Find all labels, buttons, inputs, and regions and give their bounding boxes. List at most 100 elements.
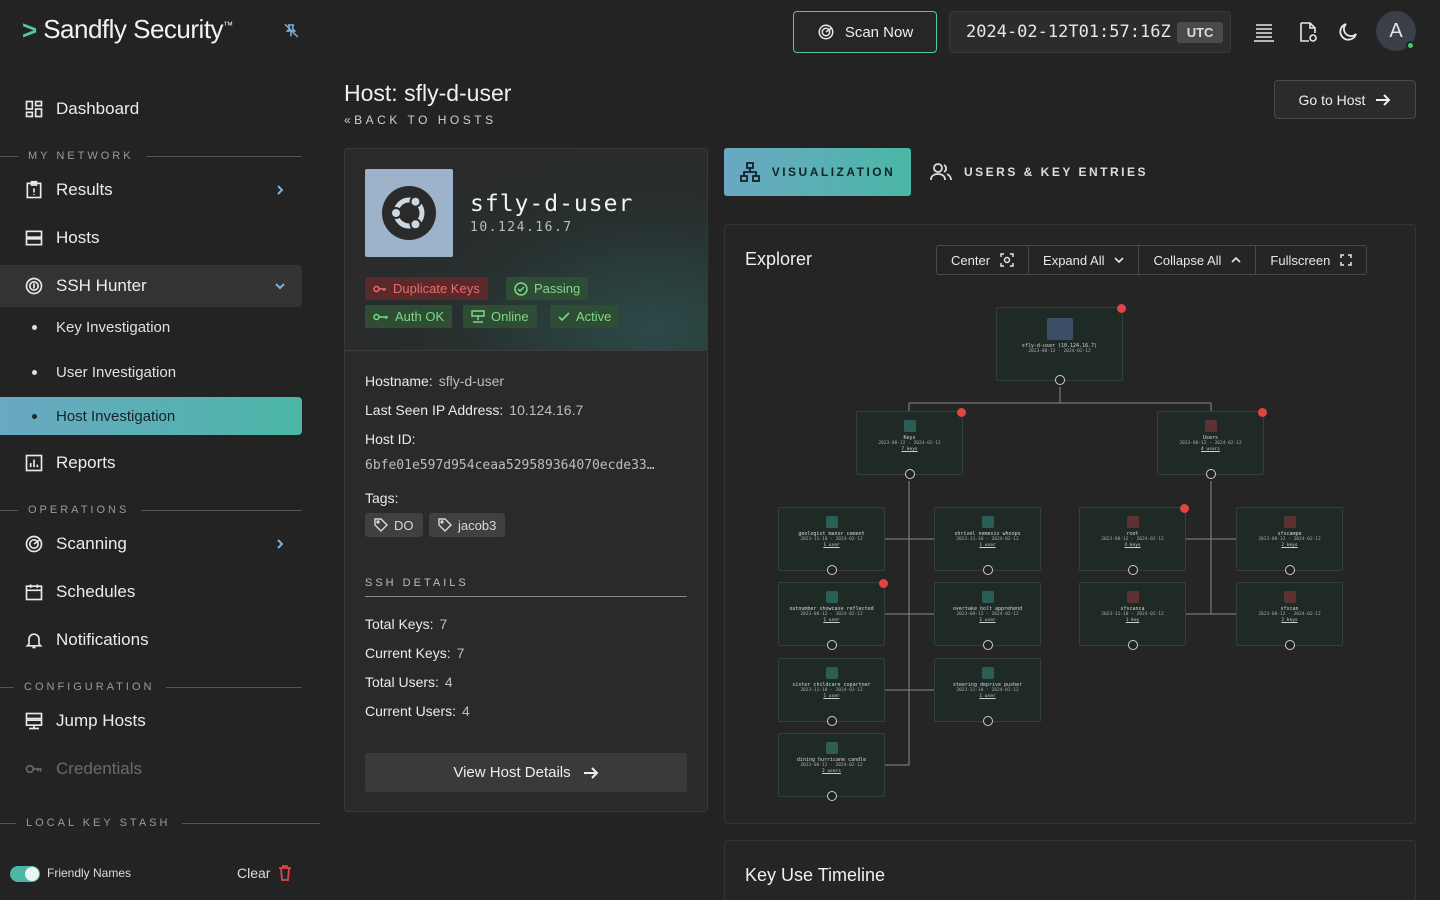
users-icon: [930, 163, 952, 181]
brand-name: Sandfly Security™: [43, 14, 233, 44]
key-use-timeline-panel: Key Use Timeline: [724, 840, 1416, 900]
tag-chip[interactable]: DO: [365, 513, 423, 537]
tree-node-user[interactable]: sfscan 2023-08-12 - 2024-02-12 2 keys: [1236, 582, 1343, 650]
tree-node-key[interactable]: geologist manor cement 2023-11-10 - 2024-…: [778, 507, 885, 575]
back-to-hosts-link[interactable]: «BACK TO HOSTS: [344, 113, 497, 127]
expand-toggle-icon[interactable]: [1127, 640, 1138, 650]
tag-icon: [438, 518, 452, 532]
nav-host-investigation[interactable]: Host Investigation: [0, 397, 302, 435]
tree-node-keys[interactable]: Keys 2023-08-12 - 2024-02-12 7 keys: [856, 408, 966, 479]
clear-stash-button[interactable]: Clear: [237, 865, 292, 881]
view-host-details-button[interactable]: View Host Details: [365, 753, 687, 792]
hosts-icon: [25, 230, 43, 246]
total-users-row: Total Users: 4: [365, 674, 453, 690]
expand-toggle-icon[interactable]: [1127, 565, 1138, 575]
alert-dot: [1180, 504, 1189, 513]
nav-credentials[interactable]: Credentials: [0, 748, 302, 790]
nav-ssh-hunter[interactable]: SSH Hunter: [0, 265, 302, 307]
key-node-icon: [903, 420, 916, 432]
expand-toggle-icon[interactable]: [1284, 565, 1295, 575]
go-to-host-button[interactable]: Go to Host: [1274, 80, 1416, 119]
os-logo: [365, 169, 453, 257]
duplicate-keys-badge: Duplicate Keys: [365, 277, 488, 300]
logo-chevron-icon: >: [22, 14, 38, 45]
section-local-key-stash: LOCAL KEY STASH: [0, 816, 320, 830]
tree-node-key[interactable]: dining hurricane candle 2023-08-12 - 2024…: [778, 733, 885, 801]
tree-node-host[interactable]: sfly-d-user (10.124.16.7) 2023-08-12 - 2…: [996, 304, 1126, 385]
nav-scanning[interactable]: Scanning: [0, 523, 302, 565]
nav-jump-hosts[interactable]: Jump Hosts: [0, 700, 302, 742]
explorer-panel: Explorer Center Expand All Collapse All …: [724, 224, 1416, 824]
online-status-dot: [1406, 41, 1415, 50]
nav-dashboard[interactable]: Dashboard: [0, 88, 302, 130]
expand-toggle-icon[interactable]: [982, 640, 993, 650]
scan-icon: [818, 24, 834, 40]
expand-toggle-icon[interactable]: [826, 640, 837, 650]
key-icon: [373, 285, 386, 292]
last-ip-row: Last Seen IP Address: 10.124.16.7: [365, 402, 584, 418]
expand-toggle-icon[interactable]: [1284, 640, 1295, 650]
tree-node-users[interactable]: Users 2023-08-12 - 2024-02-12 4 users: [1157, 408, 1267, 479]
tree-node-key[interactable]: sister childcare copartner 2023-11-10 - 2…: [778, 658, 885, 726]
nav-schedules[interactable]: Schedules: [0, 571, 302, 613]
tag-chip[interactable]: jacob3: [429, 513, 506, 537]
nav-notifications[interactable]: Notifications: [0, 619, 302, 661]
timezone-badge[interactable]: UTC: [1176, 21, 1224, 43]
host-card-header: sfly-d-user 10.124.16.7 Duplicate Keys P…: [345, 149, 707, 351]
nav-hosts[interactable]: Hosts: [0, 217, 302, 259]
dark-mode-icon[interactable]: [1336, 20, 1360, 44]
tab-visualization[interactable]: VISUALIZATION: [724, 148, 911, 196]
arrow-right-icon: [583, 766, 599, 779]
auth-ok-badge: Auth OK: [365, 305, 453, 328]
user-node-icon: [1283, 516, 1296, 528]
nav-reports[interactable]: Reports: [0, 442, 302, 484]
user-avatar[interactable]: A: [1376, 11, 1416, 51]
user-node-icon: [1283, 591, 1296, 603]
expand-toggle-icon[interactable]: [982, 716, 993, 726]
scan-now-button[interactable]: Scan Now: [793, 11, 937, 53]
alert-dot: [1117, 304, 1126, 313]
queue-list-icon[interactable]: [1252, 20, 1276, 44]
expand-toggle-icon[interactable]: [826, 791, 837, 801]
key-node-icon: [825, 516, 838, 528]
key-node-icon: [825, 591, 838, 603]
expand-toggle-icon[interactable]: [904, 469, 915, 479]
chevron-right-icon: [277, 539, 284, 549]
expand-toggle-icon[interactable]: [982, 565, 993, 575]
brand-logo[interactable]: > Sandfly Security™: [22, 14, 233, 45]
tree-node-key[interactable]: steering deprive pusher 2023-11-10 - 2024…: [934, 658, 1041, 726]
section-my-network: MY NETWORK: [0, 149, 302, 163]
expand-toggle-icon[interactable]: [826, 716, 837, 726]
unpin-sidebar-icon[interactable]: [282, 22, 300, 40]
arrow-right-icon: [1376, 93, 1391, 106]
key-node-icon: [981, 591, 994, 603]
key-node-icon: [981, 516, 994, 528]
tree-node-user[interactable]: sfscampe 2023-08-12 - 2024-02-12 2 keys: [1236, 507, 1343, 575]
tree-node-key[interactable]: outnumber showcase reflected 2023-08-12 -…: [778, 579, 888, 650]
expand-toggle-icon[interactable]: [1205, 469, 1216, 479]
nav-user-investigation[interactable]: User Investigation: [0, 353, 302, 391]
section-operations: OPERATIONS: [0, 503, 302, 517]
passing-badge: Passing: [506, 277, 589, 300]
nav-key-investigation[interactable]: Key Investigation: [0, 308, 302, 346]
user-node-icon: [1126, 516, 1139, 528]
tree-node-key[interactable]: shrivel nemesis whoops 2023-11-10 - 2024-…: [934, 507, 1041, 575]
friendly-names-toggle[interactable]: [10, 866, 40, 882]
network-online-icon: [471, 309, 485, 323]
tree-node-user[interactable]: sfscanca 2023-11-10 - 2024-02-12 1 key: [1079, 582, 1186, 650]
fingerprint-icon: [25, 277, 43, 295]
bell-icon: [25, 633, 43, 649]
report-settings-icon[interactable]: [1296, 20, 1320, 44]
page-title: Host: sfly-d-user: [344, 80, 512, 106]
tags-label: Tags:: [365, 490, 399, 506]
current-time-display: 2024-02-12T01:57:16Z UTC: [949, 11, 1231, 53]
current-keys-row: Current Keys: 7: [365, 645, 465, 661]
tree-node-user[interactable]: root 2023-08-12 - 2024-02-12 4 keys: [1079, 504, 1189, 575]
expand-toggle-icon[interactable]: [1054, 375, 1065, 385]
tab-users-key-entries[interactable]: USERS & KEY ENTRIES: [930, 148, 1148, 196]
check-icon: [558, 311, 570, 321]
nav-results[interactable]: Results: [0, 169, 302, 211]
expand-toggle-icon[interactable]: [826, 565, 837, 575]
tree-node-key[interactable]: overtake bolt apprehend 2023-08-12 - 2024…: [934, 582, 1041, 650]
key-node-icon: [825, 667, 838, 679]
